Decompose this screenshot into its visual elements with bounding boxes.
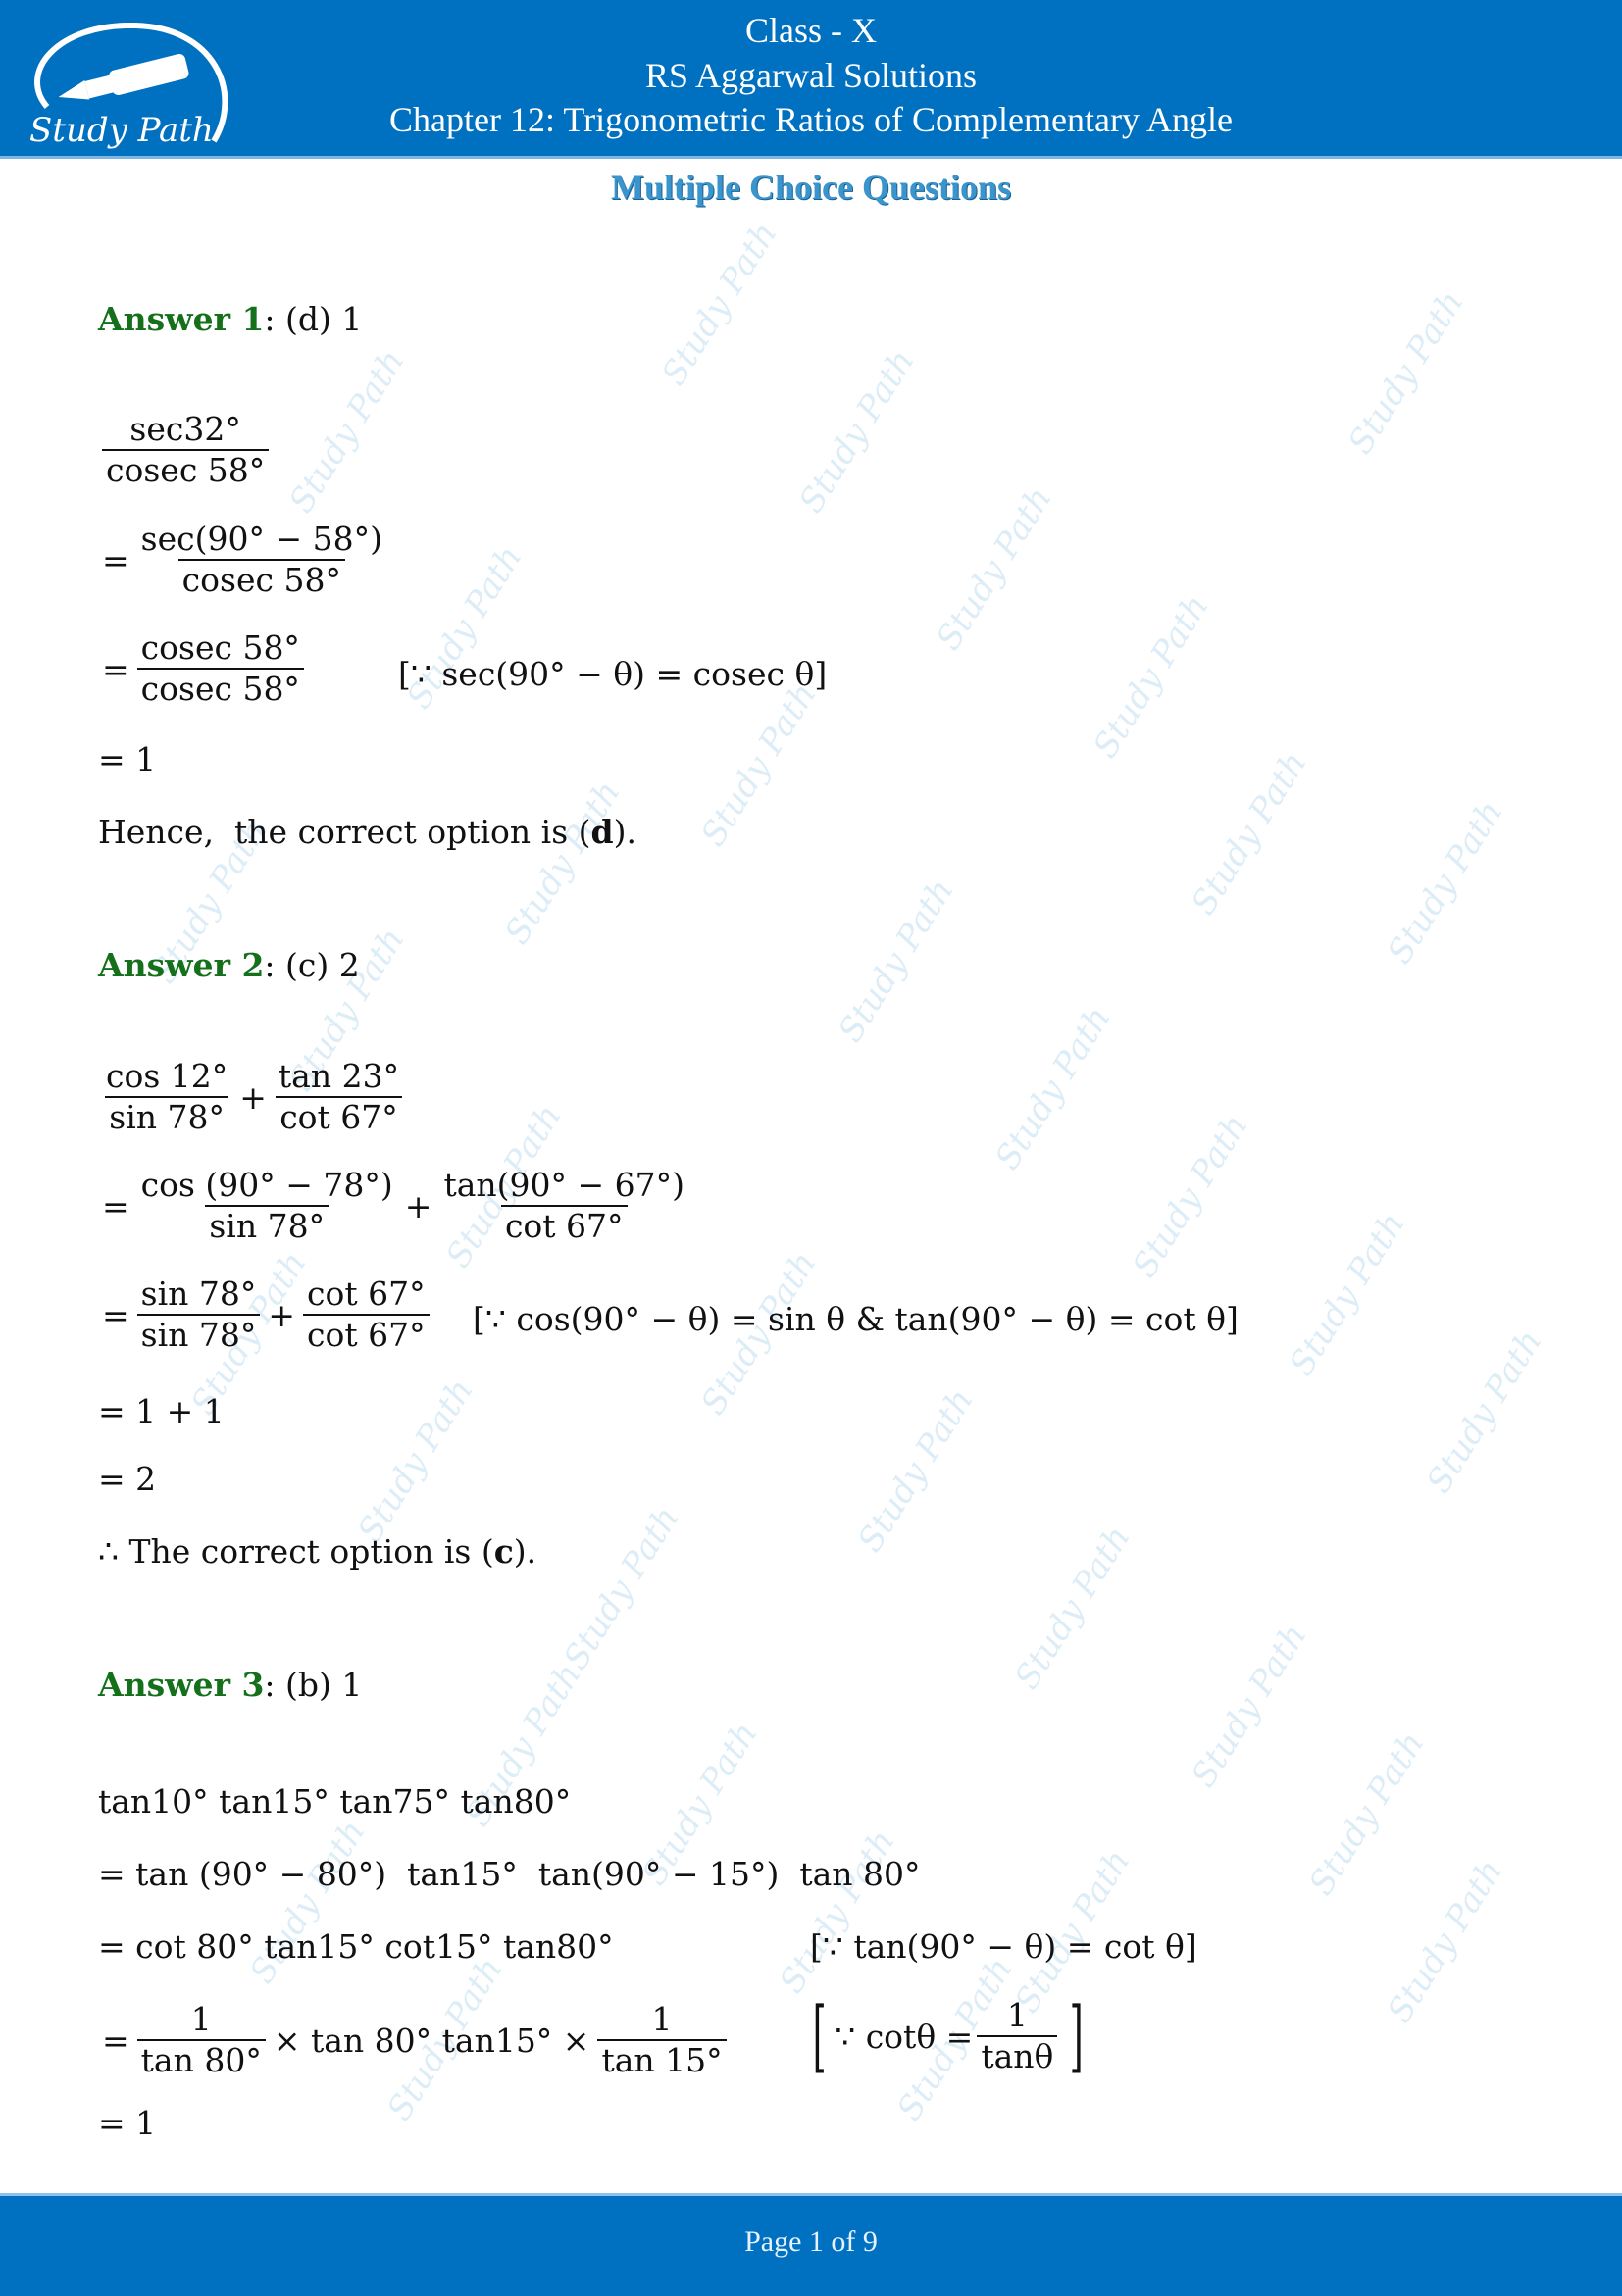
answer-3-step-2: = tan (90° − 80°) tan15° tan(90° − 15°) … [98,1855,921,1893]
answer-choice: : (d) 1 [264,300,363,338]
watermark-text: Study Path [1380,1852,1511,2030]
chapter-title: Chapter 12: Trigonometric Ratios of Comp… [389,100,1233,139]
fraction: cos 12° sin 78° [105,1057,228,1136]
fraction: 1 tanθ [977,1996,1058,2076]
fraction: sin 78° sin 78° [136,1274,261,1355]
watermark-text: Study Path [850,1381,982,1560]
answer-label: Answer 1 [98,300,265,338]
fraction: sec32° cosec 58° [102,410,270,490]
watermark-text: Study Path [791,342,923,521]
answer-1-step-4: = 1 [98,740,157,778]
answer-2-step-1: cos 12° sin 78° + tan 23° cot 67° [98,1057,407,1137]
answer-choice: : (c) 2 [264,946,360,984]
watermark-text: Study Path [1341,283,1472,462]
watermark-text: Study Path [556,1499,687,1677]
class-label: Class - X [745,11,877,50]
page-header: Study Path Class - X RS Aggarwal Solutio… [0,0,1622,159]
watermark-text: Study Path [1184,744,1315,923]
answer-1-conclusion: Hence, the correct option is (d). [98,813,636,851]
watermark-text: Study Path [497,774,629,952]
answer-2-step-3: = sin 78° sin 78° + cot 67° cot 67° [98,1274,433,1355]
fraction: tan(90° − 67°) cot 67° [443,1166,685,1245]
answer-choice: : (b) 1 [264,1666,363,1704]
answer-2-step-2: = cos (90° − 78°) sin 78° + tan(90° − 67°… [98,1166,692,1246]
page-footer: Page 1 of 9 [0,2193,1622,2296]
watermark-text: Study Path [281,342,413,521]
answer-1-step-2: = sec(90° − 58°) cosec 58° [98,520,390,600]
answer-3-step-1: tan10° tan15° tan75° tan80° [98,1782,572,1821]
watermark-text: Study Path [831,872,962,1050]
answer-2-identity-note: [∵ cos(90° − θ) = sin θ & tan(90° − θ) =… [473,1300,1239,1338]
watermark-text: Study Path [929,479,1060,658]
watermark-text: Study Path [772,1822,903,2001]
watermark-text: Study Path [988,999,1119,1177]
answer-1-step-1: sec32° cosec 58° [98,410,273,490]
answer-1-step-3: = cosec 58° cosec 58° [98,628,308,709]
watermark-text: Study Path [1184,1617,1315,1795]
fraction: cosec 58° cosec 58° [136,628,304,709]
answer-3-reciprocal-note: [ ∵ cotθ = 1 tanθ ] [812,1990,1085,2081]
answer-3-identity-note: [∵ tan(90° − θ) = cot θ] [810,1927,1197,1966]
answer-2-conclusion: ∴ The correct option is (c). [98,1532,537,1571]
fraction: cos (90° − 78°) sin 78° [140,1166,393,1245]
answer-2-heading: Answer 2: (c) 2 [98,946,360,984]
answer-2-step-5: = 2 [98,1460,157,1498]
watermark-text: Study Path [350,1372,482,1550]
watermark-text: Study Path [1419,1323,1550,1501]
answer-3-heading: Answer 3: (b) 1 [98,1666,362,1704]
fraction: sec(90° − 58°) cosec 58° [140,520,382,599]
answer-1-heading: Answer 1: (d) 1 [98,300,362,338]
answer-2-step-4: = 1 + 1 [98,1392,225,1430]
page-number: Page 1 of 9 [744,2225,878,2258]
fraction: 1 tan 80° [136,2000,266,2080]
watermark-text: Study Path [1301,1724,1433,1903]
answer-label: Answer 3 [98,1666,265,1704]
answer-3-step-5: = 1 [98,2104,157,2142]
answer-3-step-4: = 1 tan 80° × tan 80° tan15° × 1 tan 15° [98,2000,731,2080]
answer-3-step-3: = cot 80° tan15° cot15° tan80° [98,1927,614,1966]
watermark-text: Study Path [1007,1519,1139,1697]
fraction: 1 tan 15° [597,2000,727,2080]
answer-label: Answer 2 [98,946,265,984]
book-title: RS Aggarwal Solutions [644,56,978,95]
answer-1-identity-note: [∵ sec(90° − θ) = cosec θ] [398,655,828,693]
watermark-text: Study Path [1125,1107,1256,1285]
watermark-text: Study Path [654,215,786,393]
watermark-text: Study Path [693,675,825,854]
watermark-text: Study Path [1282,1205,1413,1383]
fraction: cot 67° cot 67° [303,1274,430,1355]
watermark-text: Study Path [1380,793,1511,972]
fraction: tan 23° cot 67° [275,1057,403,1137]
section-title: Multiple Choice Questions [610,168,1011,207]
watermark-text: Study Path [1086,587,1217,766]
